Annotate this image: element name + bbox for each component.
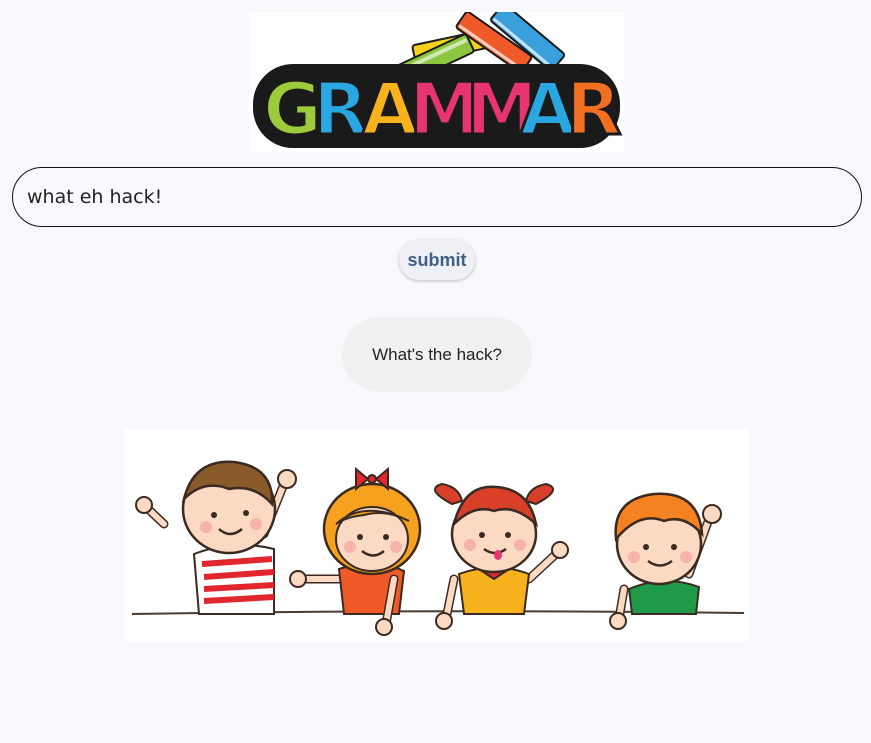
sentence-input[interactable] [12,167,862,227]
boy-striped-shirt-figure [135,460,297,615]
grammar-logo: G R A M M A R [249,12,624,152]
submit-button[interactable]: submit [399,240,475,280]
girl-yellow-hair-figure [289,466,422,636]
sentence-input-wrapper [12,167,862,227]
corrected-result-text: What's the hack? [372,344,502,364]
girl-pigtails-figure [433,482,569,630]
grammar-checker-page: G R A M M A R submit What's the hack? [0,0,871,743]
logo-letters: G R A M M A R [262,66,623,153]
boy-green-shirt-figure [609,492,722,630]
kids-illustration [124,429,749,641]
logo-letter: R [566,67,621,151]
logo-letter: R [313,67,368,151]
corrected-result-bubble: What's the hack? [342,317,532,392]
